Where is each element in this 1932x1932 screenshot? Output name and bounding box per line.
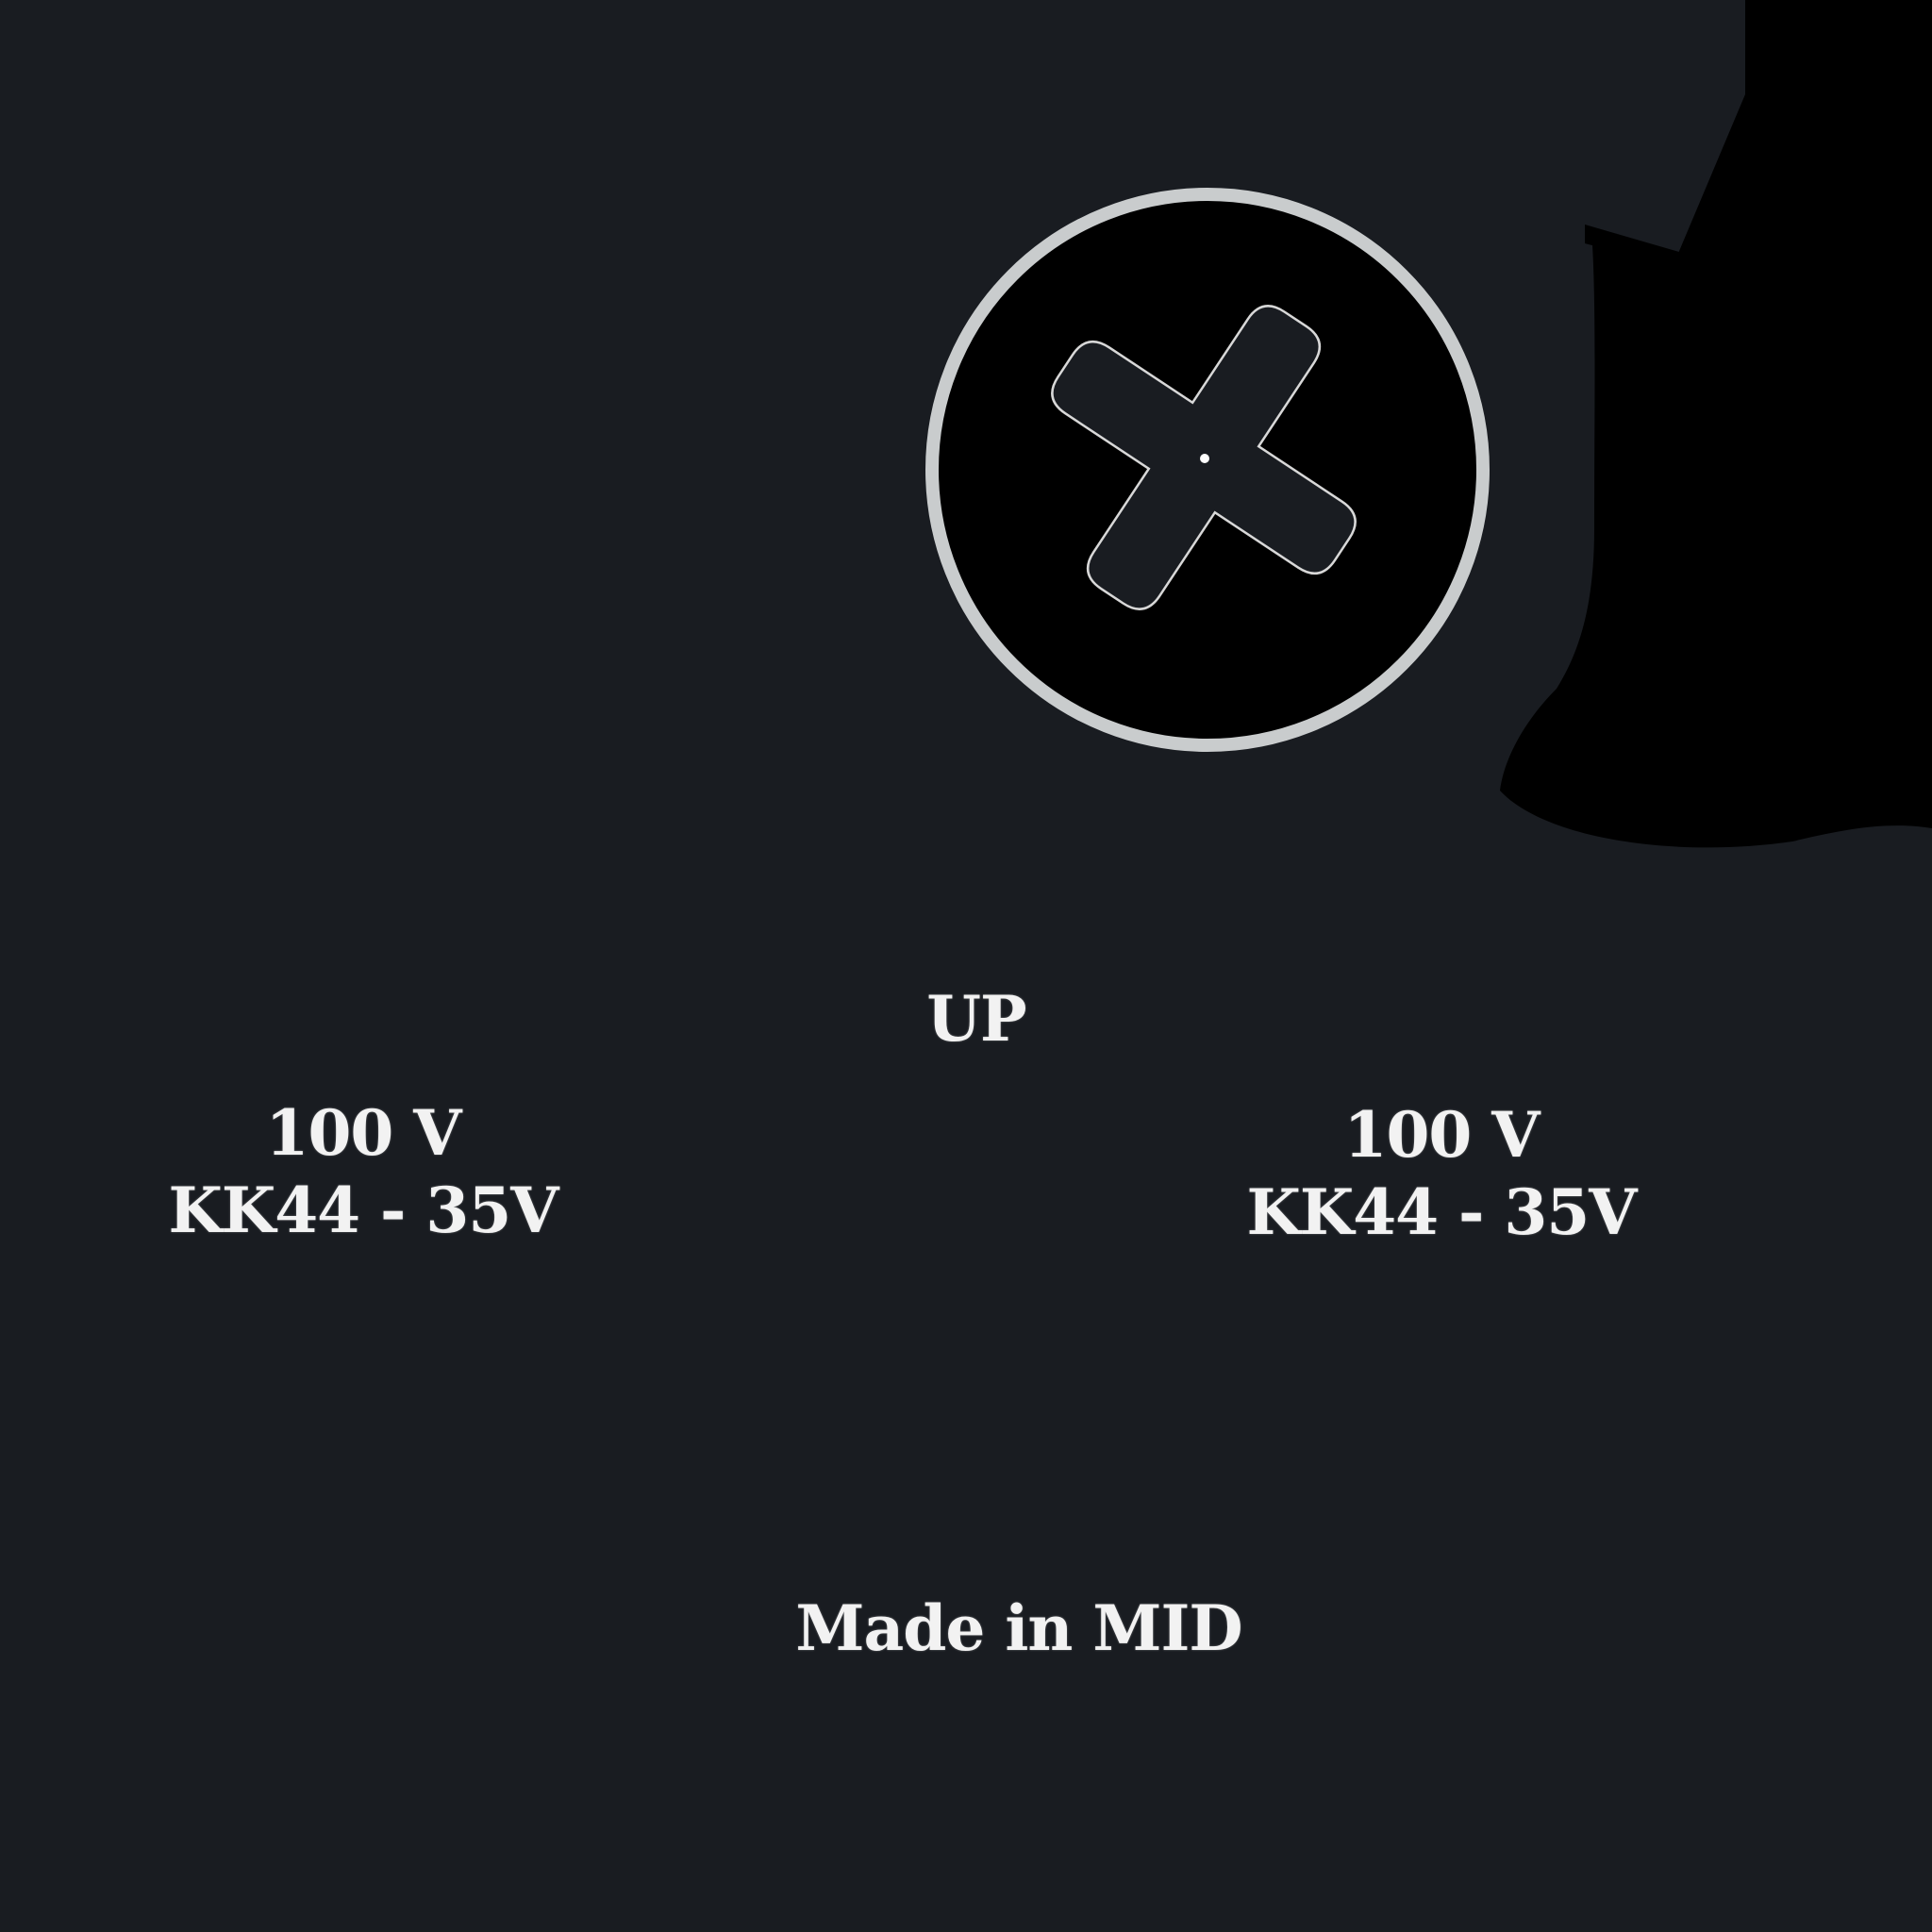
label-panel: UP 100 V KK44 - 35V 100 V KK44 - 35V Mad…: [0, 0, 1932, 1932]
right-voltage-label: 100 V: [1343, 1098, 1541, 1172]
right-model-label: KK44 - 35V: [1246, 1175, 1638, 1249]
dark-corner-shape: [1500, 0, 1932, 848]
left-spec-block: 100 V KK44 - 35V: [118, 1094, 608, 1249]
made-in-label: Made in MID: [795, 1591, 1242, 1665]
left-voltage-label: 100 V: [265, 1096, 462, 1170]
right-spec-block: 100 V KK44 - 35V: [1196, 1096, 1687, 1251]
left-model-label: KK44 - 35V: [168, 1174, 559, 1247]
up-label: UP: [926, 982, 1026, 1056]
phillips-screw-icon: [925, 188, 1490, 752]
screw-center-dot: [1200, 454, 1209, 463]
